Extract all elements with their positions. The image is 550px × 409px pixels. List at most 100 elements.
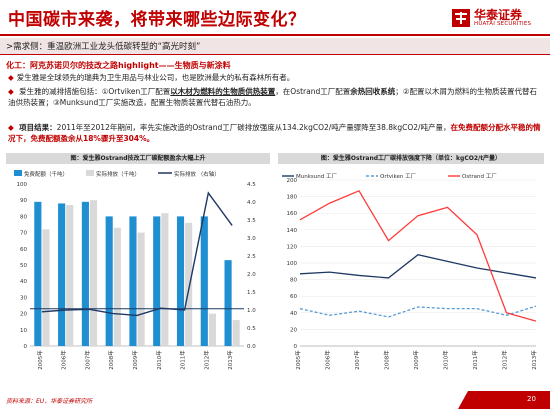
legend-label: 实际排放（千吨） bbox=[96, 170, 140, 178]
footer-decoration bbox=[458, 391, 550, 409]
legend-label: 免费配额（千吨） bbox=[24, 170, 68, 178]
bar-free-allowance bbox=[176, 216, 185, 346]
y-tick-label: 20 bbox=[290, 327, 297, 333]
bar-free-allowance bbox=[81, 201, 89, 346]
bullet-part: 以木材为燃料的生物质供热装置 bbox=[170, 87, 276, 96]
x-tick-label: 2008年 bbox=[383, 350, 391, 370]
y-tick-label: 120 bbox=[287, 244, 298, 250]
y2-tick-label: 1.5 bbox=[247, 290, 256, 296]
bullet-item: ◆ 项目结果：2011年至2012年期间，率先实施改造的Ostrand工厂碳排放… bbox=[8, 122, 543, 144]
bullet-part: 爱生雅的减排措施包括：①Ortviken工厂配置 bbox=[19, 87, 171, 96]
bar-free-allowance bbox=[200, 216, 208, 346]
x-tick-label: 2011年 bbox=[471, 350, 479, 370]
x-tick-label: 2009年 bbox=[131, 350, 139, 370]
bullet-item: ◆ 爱生雅的减排措施包括：①Ortviken工厂配置以木材为燃料的生物质供热装置… bbox=[8, 86, 543, 108]
bar-free-allowance bbox=[34, 201, 42, 346]
brand-logo: 华泰证券 HUATAI SECURITIES bbox=[452, 6, 544, 32]
x-tick-label: 2008年 bbox=[107, 350, 115, 370]
bar-free-allowance bbox=[58, 203, 66, 346]
bar-actual-emission bbox=[185, 222, 193, 346]
bullet-text: 爱生雅是全球领先的瑞典为卫生用品与林业公司，也是欧洲最大的私有森林所有者。 bbox=[16, 73, 295, 82]
y-tick-label: 0 bbox=[294, 344, 298, 350]
y-tick-label: 70 bbox=[20, 231, 27, 237]
y-tick-label: 80 bbox=[290, 278, 297, 284]
bar-free-allowance bbox=[129, 216, 137, 346]
line-series-ostrand bbox=[299, 189, 537, 322]
subheader-text: >需求侧：重温欧洲工业龙头低碳转型的“高光时刻” bbox=[6, 42, 201, 52]
y-tick-label: 50 bbox=[20, 263, 27, 269]
x-tick-label: 2013年 bbox=[226, 350, 234, 370]
x-tick-label: 2007年 bbox=[353, 350, 361, 370]
y2-tick-label: 2.0 bbox=[247, 272, 256, 278]
y-tick-label: 100 bbox=[287, 261, 298, 267]
y-tick-label: 60 bbox=[290, 294, 297, 300]
y-tick-label: 20 bbox=[20, 312, 27, 318]
bar-actual-emission bbox=[66, 205, 74, 346]
x-tick-label: 2006年 bbox=[60, 350, 68, 370]
bar-free-allowance bbox=[105, 216, 113, 346]
page-number: 20 bbox=[527, 395, 536, 403]
y2-tick-label: 2.5 bbox=[247, 254, 256, 260]
y2-tick-label: 1.0 bbox=[247, 308, 256, 314]
x-tick-label: 2010年 bbox=[155, 350, 163, 370]
y-tick-label: 140 bbox=[287, 228, 298, 234]
legend-label: Ostrand 工厂 bbox=[462, 173, 497, 180]
legend-label: 实际排放 （右轴） bbox=[174, 170, 220, 178]
y2-tick-label: 3.5 bbox=[247, 218, 256, 224]
chart2-plot: 0204060801001201401601802002005年 2006年 200… bbox=[282, 173, 538, 370]
bullet-icon: ◆ bbox=[8, 73, 14, 82]
source-note: 资料来源：EU，华泰证券研究所 bbox=[6, 398, 93, 405]
y2-tick-label: 0.0 bbox=[247, 344, 256, 350]
y-tick-label: 60 bbox=[20, 247, 27, 253]
bar-actual-emission bbox=[113, 227, 121, 346]
logo-subtext: HUATAI SECURITIES bbox=[474, 21, 532, 27]
x-tick-label: 2011年 bbox=[179, 350, 187, 370]
chart1-plot: 免费配额（千吨） 实际排放（千吨） 实际排放 （右轴） 0 10 20 30 40 50 60 70… bbox=[14, 170, 256, 370]
logo-mark-icon bbox=[452, 9, 470, 27]
legend-label: Munksund 工厂 bbox=[296, 173, 337, 180]
x-tick-label: 2007年 bbox=[83, 350, 91, 370]
x-tick-label: 2005年 bbox=[294, 350, 302, 370]
y-tick-label: 40 bbox=[20, 279, 27, 285]
bullet-icon: ◆ bbox=[8, 87, 14, 96]
legend-label: Ortviken 工厂 bbox=[380, 173, 417, 180]
bullet-item: ◆ 爱生雅是全球领先的瑞典为卫生用品与林业公司，也是欧洲最大的私有森林所有者。 bbox=[8, 72, 543, 83]
y2-tick-label: 4.0 bbox=[247, 200, 256, 206]
x-tick-label: 2013年 bbox=[530, 350, 538, 370]
x-tick-label: 2006年 bbox=[324, 350, 332, 370]
y2-tick-label: 4.5 bbox=[247, 182, 256, 188]
y-tick-label: 180 bbox=[287, 195, 298, 201]
y-tick-label: 10 bbox=[20, 328, 27, 334]
y-tick-label: 30 bbox=[20, 295, 27, 301]
y-tick-label: 0 bbox=[24, 344, 28, 350]
bar-actual-emission bbox=[42, 229, 50, 346]
bullet-part: ，在Ostrand工厂配置 bbox=[275, 87, 351, 96]
page-title: 中国碳市来袭，将带来哪些边际变化？ bbox=[8, 10, 306, 30]
y-tick-label: 160 bbox=[287, 211, 298, 217]
x-tick-label: 2010年 bbox=[442, 350, 450, 370]
legend-swatch bbox=[14, 170, 22, 176]
bar-actual-emission bbox=[208, 313, 216, 346]
chart2-title: 图：爱生雅Ostrand工厂碳排放强度下降（单位：kgCO2/t产量） bbox=[278, 153, 544, 164]
bar-actual-emission bbox=[89, 200, 98, 346]
y2-tick-label: 0.5 bbox=[247, 326, 256, 332]
y-tick-label: 90 bbox=[20, 198, 27, 204]
legend-swatch bbox=[86, 170, 94, 176]
bullet-part: 项目结果： bbox=[19, 123, 57, 132]
x-tick-label: 2005年 bbox=[36, 350, 44, 370]
y2-tick-label: 3.0 bbox=[247, 236, 256, 242]
chart1-title: 图：爱生雅Ostrand技改工厂碳配额盈余大幅上升 bbox=[6, 153, 270, 164]
y-tick-label: 80 bbox=[20, 214, 27, 220]
line-series-munksund bbox=[299, 253, 537, 279]
y-tick-label: 40 bbox=[290, 311, 297, 317]
bar-actual-emission bbox=[161, 213, 169, 346]
bar-actual-emission bbox=[232, 320, 240, 346]
section-title: 化工：阿克苏诺贝尔的技改之路highlight——生物质与新涂料 bbox=[6, 61, 231, 70]
bar-actual-emission bbox=[137, 232, 145, 346]
x-tick-label: 2012年 bbox=[202, 350, 210, 370]
bullet-icon: ◆ bbox=[8, 123, 14, 132]
x-tick-label: 2012年 bbox=[501, 350, 509, 370]
bullet-part: 余热回收系统 bbox=[350, 87, 396, 96]
line-series-ortviken bbox=[299, 305, 537, 318]
y-tick-label: 100 bbox=[17, 182, 28, 188]
